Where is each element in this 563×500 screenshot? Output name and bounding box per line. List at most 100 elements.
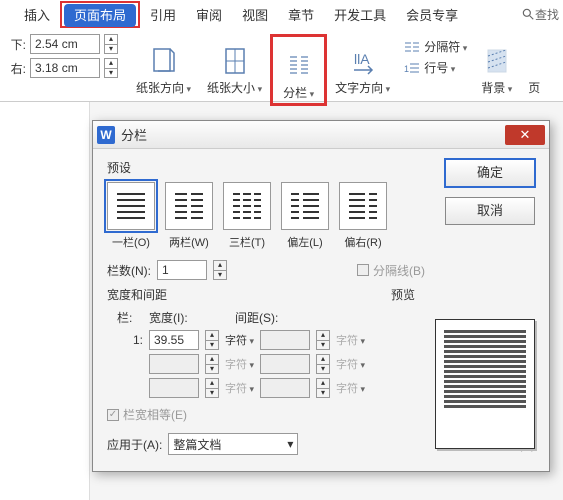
tab-insert[interactable]: 插入 — [14, 1, 60, 28]
line-number-icon: 1 — [404, 61, 420, 75]
columns-button[interactable]: 分栏 — [275, 39, 322, 101]
orientation-button[interactable]: 纸张方向 — [128, 34, 199, 96]
preset-right-label: 偏右(R) — [339, 234, 387, 250]
row2-spacing-unit: 字符 — [336, 356, 365, 372]
row2-width-unit: 字符 — [225, 356, 254, 372]
chevron-down-icon: ▾ — [287, 437, 293, 451]
preset-three-label: 三栏(T) — [223, 234, 271, 250]
margin-right-label: 右: — [8, 60, 26, 77]
close-button[interactable]: ✕ — [505, 125, 545, 145]
row1-spacing-spinner: ▴▾ — [316, 330, 330, 350]
preview-box — [435, 319, 535, 449]
row3-spacing-unit: 字符 — [336, 380, 365, 396]
margin-bottom-input[interactable]: 2.54 cm — [30, 34, 100, 54]
page-button[interactable]: 页 — [520, 34, 548, 96]
ok-button[interactable]: 确定 — [445, 159, 535, 187]
margin-bottom-label: 下: — [8, 36, 26, 53]
preset-one[interactable] — [107, 182, 155, 230]
num-cols-label: 栏数(N): — [107, 262, 151, 279]
columns-dialog: W 分栏 ✕ 预设 确定 取消 一栏(O) — [92, 120, 550, 472]
row1-spacing-input — [260, 330, 310, 350]
highlight-columns: 分栏 — [270, 34, 327, 106]
tab-chapter[interactable]: 章节 — [278, 1, 324, 28]
preset-two[interactable] — [165, 182, 213, 230]
ribbon-tabs: 插入 页面布局 引用 审阅 视图 章节 开发工具 会员专享 查找 — [0, 0, 563, 28]
separator-label: 分隔线(B) — [373, 262, 425, 279]
tab-dev[interactable]: 开发工具 — [324, 1, 396, 28]
text-direction-label: 文字方向 — [335, 79, 390, 96]
dialog-titlebar[interactable]: W 分栏 ✕ — [93, 121, 549, 149]
preset-right[interactable] — [339, 182, 387, 230]
row3-width-spinner: ▴▾ — [205, 378, 219, 398]
tab-review[interactable]: 审阅 — [186, 1, 232, 28]
ribbon-body: 下: 2.54 cm ▴▾ 右: 3.18 cm ▴▾ 纸张方向 纸张大小 分栏 — [0, 28, 563, 102]
line-number-button[interactable]: 1 行号 — [404, 59, 467, 76]
columns-label: 分栏 — [283, 84, 314, 101]
preset-labels: 一栏(O) 两栏(W) 三栏(T) 偏左(L) 偏右(R) — [107, 234, 535, 250]
document-area — [0, 102, 90, 500]
highlight-page-layout: 页面布局 — [60, 1, 140, 28]
apply-label: 应用于(A): — [107, 436, 162, 453]
background-label: 背景 — [481, 79, 512, 96]
columns-icon — [285, 50, 313, 82]
width-header: 宽度(I): — [149, 309, 229, 326]
row1-width-spinner[interactable]: ▴▾ — [205, 330, 219, 350]
text-direction-icon: llA — [349, 45, 377, 77]
tab-view[interactable]: 视图 — [232, 1, 278, 28]
preview-label: 预览 — [391, 286, 415, 303]
breaks-group: 分隔符 1 行号 — [398, 34, 473, 80]
row3-spacing-spinner: ▴▾ — [316, 378, 330, 398]
preset-one-label: 一栏(O) — [107, 234, 155, 250]
preview-page-icon — [435, 319, 535, 449]
paper-size-icon — [221, 45, 249, 77]
text-direction-button[interactable]: llA 文字方向 — [327, 34, 398, 96]
apply-combo[interactable]: 整篇文档 ▾ — [168, 433, 298, 455]
row1-idx: 1: — [117, 333, 143, 347]
row1-width-unit[interactable]: 字符 — [225, 332, 254, 348]
row1-width-input[interactable]: 39.55 — [149, 330, 199, 350]
paper-size-button[interactable]: 纸张大小 — [199, 34, 270, 96]
line-number-label: 行号 — [424, 59, 455, 76]
background-icon — [483, 45, 511, 77]
dialog-title: 分栏 — [121, 125, 505, 144]
equal-width-label: 栏宽相等(E) — [123, 406, 187, 423]
num-cols-spinner[interactable]: ▴▾ — [213, 260, 227, 280]
cancel-button[interactable]: 取消 — [445, 197, 535, 225]
row2-width-input — [149, 354, 199, 374]
separator-checkbox: 分隔线(B) — [357, 262, 425, 279]
row2-width-spinner: ▴▾ — [205, 354, 219, 374]
row2-spacing-spinner: ▴▾ — [316, 354, 330, 374]
row3-width-unit: 字符 — [225, 380, 254, 396]
tab-reference[interactable]: 引用 — [140, 1, 186, 28]
margin-right-spinner[interactable]: ▴▾ — [104, 58, 118, 78]
row1-spacing-unit: 字符 — [336, 332, 365, 348]
svg-text:llA: llA — [354, 51, 370, 67]
margin-bottom-spinner[interactable]: ▴▾ — [104, 34, 118, 54]
breaks-icon — [404, 40, 420, 54]
breaks-label: 分隔符 — [424, 38, 467, 55]
search-icon — [521, 7, 535, 21]
num-cols-input[interactable]: 1 — [157, 260, 207, 280]
paper-size-label: 纸张大小 — [207, 79, 262, 96]
row3-spacing-input — [260, 378, 310, 398]
breaks-button[interactable]: 分隔符 — [404, 38, 467, 55]
search-button[interactable]: 查找 — [521, 6, 563, 23]
preset-three[interactable] — [223, 182, 271, 230]
search-label: 查找 — [535, 6, 559, 23]
preset-left-label: 偏左(L) — [281, 234, 329, 250]
margin-inputs: 下: 2.54 cm ▴▾ 右: 3.18 cm ▴▾ — [8, 34, 118, 78]
col-header: 栏: — [117, 309, 143, 326]
preset-left[interactable] — [281, 182, 329, 230]
orientation-label: 纸张方向 — [136, 79, 191, 96]
tab-page-layout[interactable]: 页面布局 — [64, 4, 136, 27]
orientation-icon — [150, 45, 178, 77]
equal-width-checkbox: 栏宽相等(E) — [107, 406, 187, 423]
margin-right-input[interactable]: 3.18 cm — [30, 58, 100, 78]
background-button[interactable]: 背景 — [473, 34, 520, 96]
app-icon: W — [97, 126, 115, 144]
tab-vip[interactable]: 会员专享 — [396, 1, 468, 28]
apply-value: 整篇文档 — [173, 436, 221, 453]
width-spacing-label: 宽度和间距 — [107, 286, 167, 303]
row3-width-input — [149, 378, 199, 398]
svg-text:1: 1 — [404, 64, 409, 74]
